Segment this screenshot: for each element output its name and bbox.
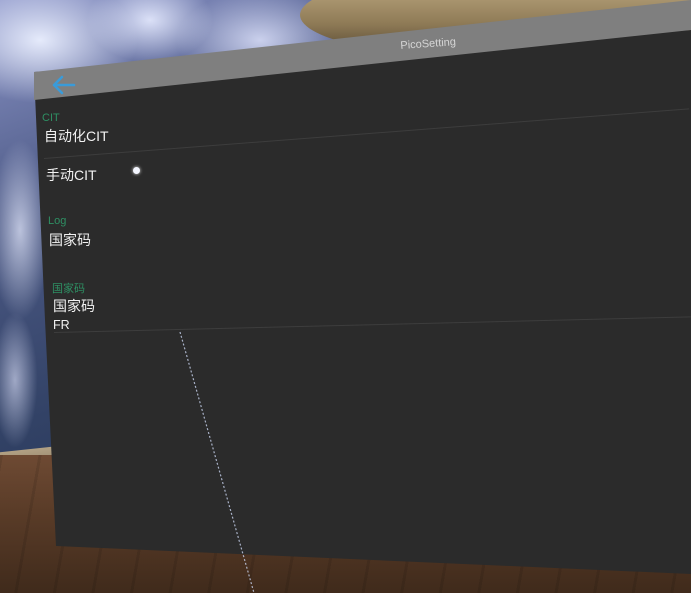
section-header-cit: CIT <box>42 112 60 124</box>
list-item-logcatch[interactable]: 国家码 <box>49 230 91 250</box>
section-header-country-code: 国家码 <box>52 283 85 295</box>
pointer-cursor <box>133 167 140 174</box>
list-item-country-code[interactable]: 国家码 <box>53 296 95 316</box>
settings-panel: PicoSetting CIT 自动化CIT 手动CIT Log 国家码 国家码… <box>0 0 691 593</box>
list-item-auto-cit[interactable]: 自动化CIT <box>44 126 109 146</box>
section-header-log: Log <box>48 215 67 227</box>
list-item-manual-cit[interactable]: 手动CIT <box>46 165 97 185</box>
country-code-value: FR <box>53 318 70 332</box>
arrow-left-icon <box>50 74 76 96</box>
back-button[interactable] <box>50 74 76 96</box>
